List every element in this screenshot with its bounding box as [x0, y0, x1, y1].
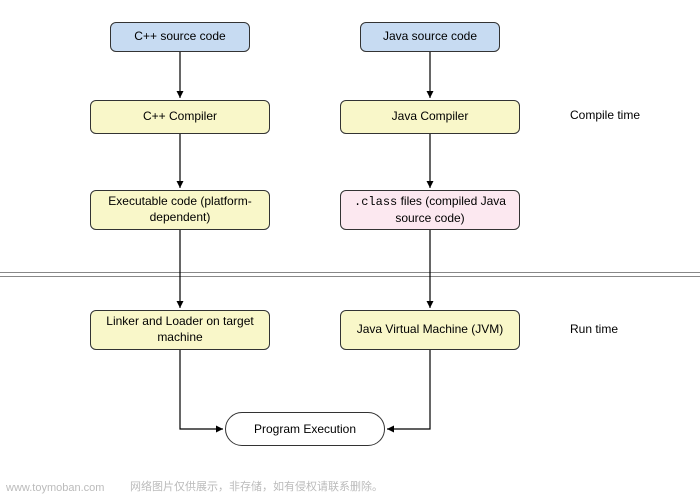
- label-compile-time: Compile time: [570, 108, 640, 122]
- node-jvm: Java Virtual Machine (JVM): [340, 310, 520, 350]
- node-class-files: .class files (compiled Java source code): [340, 190, 520, 230]
- node-label: Java source code: [383, 29, 477, 45]
- node-cpp-compiler: C++ Compiler: [90, 100, 270, 134]
- node-program-execution: Program Execution: [225, 412, 385, 446]
- node-label: Linker and Loader on target machine: [99, 314, 261, 345]
- node-label: C++ source code: [134, 29, 225, 45]
- node-executable-code: Executable code (platform-dependent): [90, 190, 270, 230]
- label-run-time: Run time: [570, 322, 618, 336]
- phase-divider: [0, 272, 700, 277]
- node-label: Java Compiler: [392, 109, 469, 125]
- code-text: .class: [354, 195, 397, 209]
- node-label: .class files (compiled Java source code): [349, 194, 511, 226]
- node-java-source: Java source code: [360, 22, 500, 52]
- node-label: Java Virtual Machine (JVM): [357, 322, 504, 338]
- watermark-site: www.toymoban.com: [6, 482, 104, 494]
- node-label: Program Execution: [254, 422, 356, 436]
- watermark-note: 网络图片仅供展示，非存储，如有侵权请联系删除。: [130, 478, 383, 494]
- node-cpp-source: C++ source code: [110, 22, 250, 52]
- node-label: C++ Compiler: [143, 109, 217, 125]
- node-label: Executable code (platform-dependent): [99, 194, 261, 225]
- node-linker-loader: Linker and Loader on target machine: [90, 310, 270, 350]
- node-java-compiler: Java Compiler: [340, 100, 520, 134]
